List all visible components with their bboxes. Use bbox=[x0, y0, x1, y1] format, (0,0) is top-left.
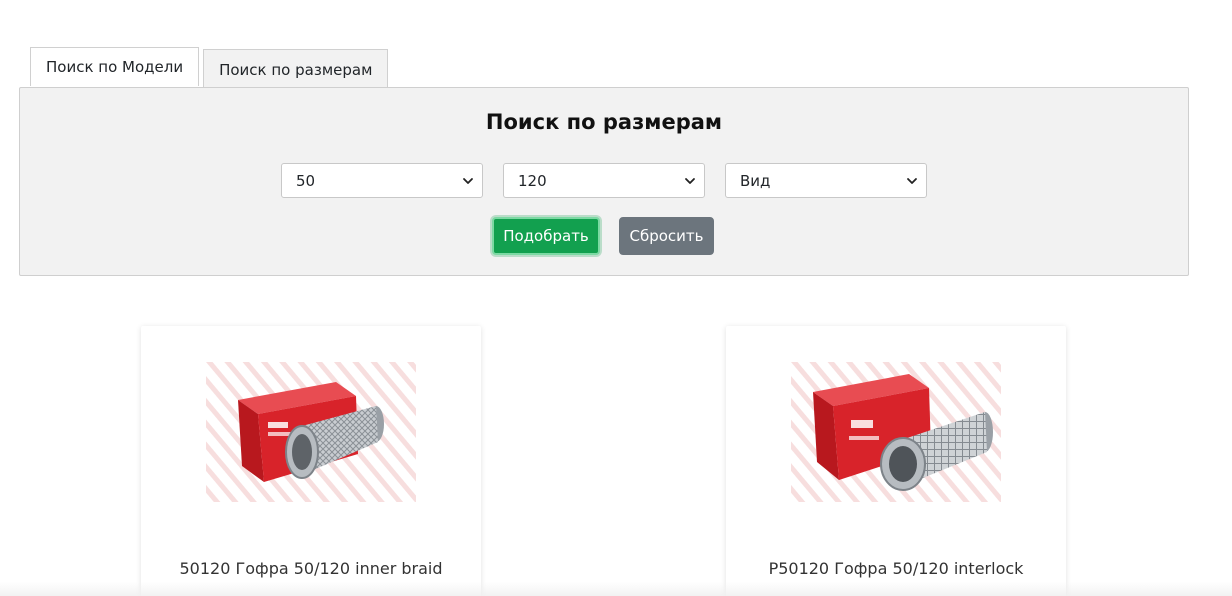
page: Поиск по Модели Поиск по размерам Поиск … bbox=[0, 0, 1232, 596]
diameter-select-value: 50 bbox=[296, 171, 316, 190]
type-select-value: Вид bbox=[740, 171, 771, 190]
reset-button[interactable]: Сбросить bbox=[619, 217, 714, 255]
search-tabs: Поиск по Модели Поиск по размерам bbox=[30, 47, 389, 90]
size-selects: 50 120 Вид bbox=[281, 163, 927, 198]
chevron-down-icon bbox=[685, 177, 695, 184]
search-panel: Поиск по размерам 50 120 Вид Подобрать С… bbox=[19, 87, 1189, 276]
type-select[interactable]: Вид bbox=[725, 163, 927, 198]
chevron-down-icon bbox=[907, 177, 917, 184]
exhaust-flex-pipe-box-image[interactable] bbox=[791, 362, 1001, 502]
product-title[interactable]: 50120 Гофра 50/120 inner braid bbox=[141, 559, 481, 578]
submit-button[interactable]: Подобрать bbox=[492, 217, 600, 255]
product-card[interactable]: P50120 Гофра 50/120 interlock bbox=[726, 326, 1066, 596]
product-title[interactable]: P50120 Гофра 50/120 interlock bbox=[726, 559, 1066, 578]
length-select[interactable]: 120 bbox=[503, 163, 705, 198]
product-card[interactable]: 50120 Гофра 50/120 inner braid bbox=[141, 326, 481, 596]
diameter-select[interactable]: 50 bbox=[281, 163, 483, 198]
panel-title: Поиск по размерам bbox=[485, 110, 723, 134]
tab-search-by-model[interactable]: Поиск по Модели bbox=[30, 47, 200, 86]
chevron-down-icon bbox=[463, 177, 473, 184]
tab-search-by-size[interactable]: Поиск по размерам bbox=[203, 49, 389, 90]
length-select-value: 120 bbox=[518, 171, 547, 190]
panel-buttons: Подобрать Сбросить bbox=[492, 217, 714, 255]
exhaust-flex-pipe-box-image[interactable] bbox=[206, 362, 416, 502]
